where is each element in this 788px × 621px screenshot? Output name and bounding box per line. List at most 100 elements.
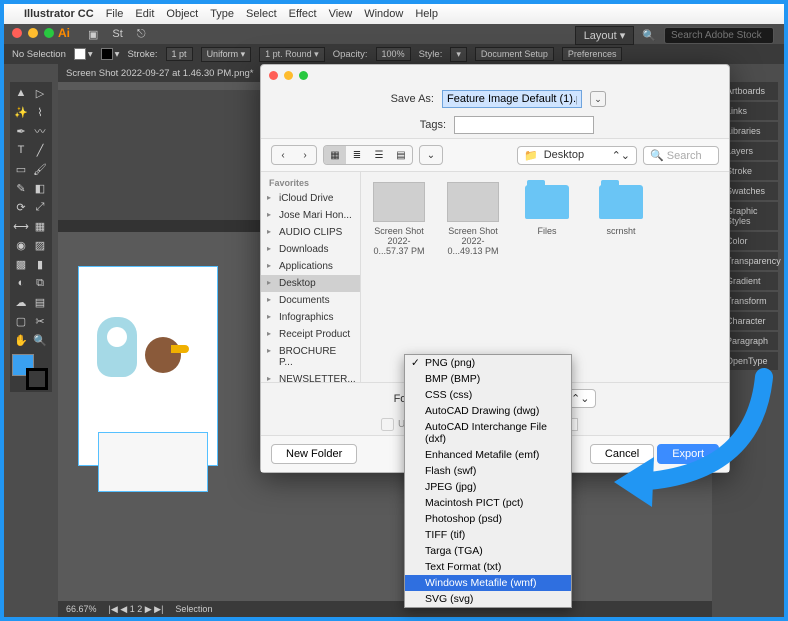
stroke-color-icon[interactable] <box>26 368 48 390</box>
preferences-button[interactable]: Preferences <box>562 47 623 61</box>
workspace-dropdown[interactable]: Layout ▾ <box>575 26 635 45</box>
gallery-view-button[interactable]: ▤ <box>390 146 412 164</box>
sidebar-item[interactable]: Receipt Product <box>261 326 360 343</box>
artboard-thumb[interactable] <box>98 432 208 492</box>
scale-tool[interactable]: ⤢ <box>31 198 49 216</box>
opacity-input[interactable]: 100% <box>376 47 411 61</box>
selection-tool[interactable]: ▲ <box>12 84 30 102</box>
artboard-tool[interactable]: ▢ <box>12 312 30 330</box>
sidebar-item[interactable]: Documents <box>261 292 360 309</box>
format-option[interactable]: TIFF (tif) <box>405 527 571 543</box>
shape-builder-tool[interactable]: ◉ <box>12 236 30 254</box>
group-dropdown[interactable]: ⌄ <box>420 146 442 164</box>
menu-effect[interactable]: Effect <box>289 8 317 20</box>
format-option[interactable]: PNG (png) <box>405 355 571 371</box>
stroke-weight-input[interactable]: 1 pt <box>166 47 193 61</box>
penguin-artwork[interactable] <box>97 317 137 377</box>
export-button[interactable]: Export <box>657 444 719 464</box>
sidebar-item[interactable]: AUDIO CLIPS <box>261 224 360 241</box>
format-option[interactable]: AutoCAD Interchange File (dxf) <box>405 419 571 447</box>
menu-file[interactable]: File <box>106 8 124 20</box>
format-option[interactable]: BMP (BMP) <box>405 371 571 387</box>
minimize-window-icon[interactable] <box>28 28 38 38</box>
format-option[interactable]: AutoCAD Drawing (dwg) <box>405 403 571 419</box>
symbol-sprayer-tool[interactable]: ☁ <box>12 293 30 311</box>
document-setup-button[interactable]: Document Setup <box>475 47 554 61</box>
column-view-button[interactable]: ☰ <box>368 146 390 164</box>
blend-tool[interactable]: ⧉ <box>31 274 49 292</box>
menu-object[interactable]: Object <box>166 8 198 20</box>
sidebar-item[interactable]: Desktop <box>261 275 360 292</box>
stroke-profile-dropdown[interactable]: Uniform ▾ <box>201 47 252 62</box>
app-name[interactable]: Illustrator CC <box>24 8 94 20</box>
file-item[interactable]: Screen Shot2022-0...57.37 PM <box>371 182 427 256</box>
dialog-zoom-icon[interactable] <box>299 71 308 80</box>
gradient-tool[interactable]: ▮ <box>31 255 49 273</box>
use-artboards-checkbox[interactable] <box>381 418 394 431</box>
eraser-tool[interactable]: ◧ <box>31 179 49 197</box>
fill-swatch[interactable] <box>74 48 86 60</box>
arrange-icon[interactable]: ⎋ <box>137 28 146 41</box>
hand-tool[interactable]: ✋ <box>12 331 30 349</box>
stock-icon[interactable]: St <box>112 28 122 41</box>
zoom-tool[interactable]: 🔍 <box>31 331 49 349</box>
stock-search-input[interactable] <box>664 27 774 44</box>
rotate-tool[interactable]: ⟳ <box>12 198 30 216</box>
cancel-button[interactable]: Cancel <box>590 444 654 464</box>
format-option[interactable]: Photoshop (psd) <box>405 511 571 527</box>
format-option[interactable]: Flash (swf) <box>405 463 571 479</box>
menu-window[interactable]: Window <box>364 8 403 20</box>
menu-help[interactable]: Help <box>415 8 438 20</box>
new-folder-button[interactable]: New Folder <box>271 444 357 464</box>
sidebar-item[interactable]: NEWSLETTER... <box>261 371 360 382</box>
menu-view[interactable]: View <box>329 8 353 20</box>
magic-wand-tool[interactable]: ✨ <box>12 103 30 121</box>
mesh-tool[interactable]: ▩ <box>12 255 30 273</box>
stroke-swatch[interactable] <box>101 48 113 60</box>
back-button[interactable]: ‹ <box>272 146 294 164</box>
location-dropdown[interactable]: 📁 Desktop ⌃⌄ <box>517 146 637 165</box>
sidebar-item[interactable]: Jose Mari Hon... <box>261 207 360 224</box>
sidebar-item[interactable]: Infographics <box>261 309 360 326</box>
dialog-close-icon[interactable] <box>269 71 278 80</box>
dialog-search-input[interactable]: 🔍 Search <box>643 146 719 165</box>
sidebar-item[interactable]: BROCHURE P... <box>261 343 360 371</box>
curvature-tool[interactable]: 〰 <box>31 122 49 140</box>
perspective-tool[interactable]: ▨ <box>31 236 49 254</box>
slice-tool[interactable]: ✂ <box>31 312 49 330</box>
format-option[interactable]: Text Format (txt) <box>405 559 571 575</box>
menu-select[interactable]: Select <box>246 8 277 20</box>
pen-tool[interactable]: ✒ <box>12 122 30 140</box>
sidebar-item[interactable]: Downloads <box>261 241 360 258</box>
graph-tool[interactable]: ▤ <box>31 293 49 311</box>
format-option[interactable]: JPEG (jpg) <box>405 479 571 495</box>
format-option[interactable]: Enhanced Metafile (emf) <box>405 447 571 463</box>
file-item[interactable]: Screen Shot2022-0...49.13 PM <box>445 182 501 256</box>
close-window-icon[interactable] <box>12 28 22 38</box>
shaper-tool[interactable]: ✎ <box>12 179 30 197</box>
format-option[interactable]: CSS (css) <box>405 387 571 403</box>
line-tool[interactable]: ╱ <box>31 141 49 159</box>
rectangle-tool[interactable]: ▭ <box>12 160 30 178</box>
expand-dialog-toggle[interactable]: ⌄ <box>590 91 606 107</box>
brush-dropdown[interactable]: 1 pt. Round ▾ <box>259 47 325 62</box>
zoom-window-icon[interactable] <box>44 28 54 38</box>
artboard-nav[interactable]: |◀ ◀ 1 2 ▶ ▶| <box>109 604 164 615</box>
type-tool[interactable]: T <box>12 141 30 159</box>
eyedropper-tool[interactable]: ◐ <box>12 274 30 292</box>
format-option[interactable]: SVG (svg) <box>405 591 571 607</box>
fill-stroke-control[interactable] <box>12 354 48 390</box>
format-option[interactable]: Macintosh PICT (pct) <box>405 495 571 511</box>
format-option[interactable]: Windows Metafile (wmf) <box>405 575 571 591</box>
paintbrush-tool[interactable]: 🖌 <box>31 160 49 178</box>
file-browser[interactable]: Screen Shot2022-0...57.37 PM Screen Shot2… <box>361 172 729 382</box>
format-option[interactable]: Targa (TGA) <box>405 543 571 559</box>
folder-item[interactable]: Files <box>519 182 575 256</box>
tags-input[interactable] <box>454 116 594 134</box>
dialog-minimize-icon[interactable] <box>284 71 293 80</box>
sidebar-item[interactable]: iCloud Drive <box>261 190 360 207</box>
list-view-button[interactable]: ≣ <box>346 146 368 164</box>
zoom-level[interactable]: 66.67% <box>66 604 97 614</box>
width-tool[interactable]: ⟷ <box>12 217 30 235</box>
menu-type[interactable]: Type <box>210 8 234 20</box>
